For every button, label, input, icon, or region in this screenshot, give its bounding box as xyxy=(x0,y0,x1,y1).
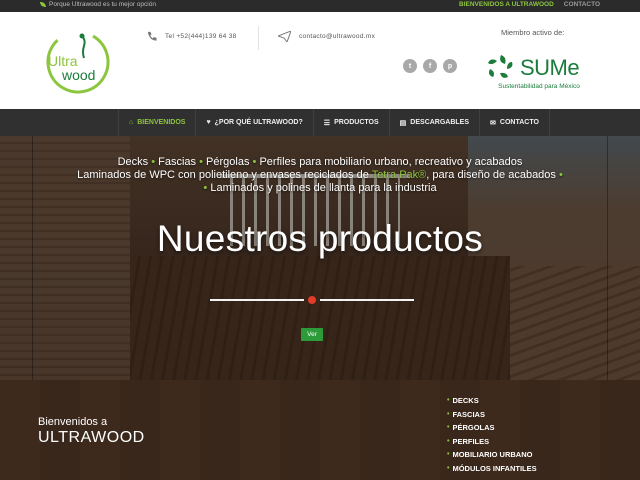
top-link-contacto[interactable]: CONTACTO xyxy=(564,1,600,8)
document-icon: ▤ xyxy=(399,119,407,127)
bullet: • xyxy=(447,451,450,459)
social-links: t f p xyxy=(403,59,457,73)
heart-icon: ♥ xyxy=(206,119,211,126)
main-nav: ⌂ BIENVENIDOS ♥ ¿POR QUÉ ULTRAWOOD? ☰ PR… xyxy=(0,109,640,136)
caption-line-2: Laminados de WPC con polietileno y envas… xyxy=(32,169,608,182)
caption-item: Decks xyxy=(117,156,149,168)
brand-text: ULTRAWOOD xyxy=(38,429,145,446)
sume-subtitle: Sustentabilidad para México xyxy=(498,83,580,90)
product-link-modulos[interactable]: • MÓDULOS INFANTILES xyxy=(447,462,537,476)
nav-item-descargables[interactable]: ▤ DESCARGABLES xyxy=(390,109,481,136)
nav-item-productos[interactable]: ☰ PRODUCTOS xyxy=(314,109,390,136)
ver-button[interactable]: Ver xyxy=(301,328,323,341)
product-label: MÓDULOS INFANTILES xyxy=(452,463,537,473)
caption-text: Laminados de WPC con polietileno y envas… xyxy=(77,169,372,181)
nav-label: PRODUCTOS xyxy=(334,119,379,126)
nav-item-bienvenidos[interactable]: ⌂ BIENVENIDOS xyxy=(118,109,197,136)
nav-item-contacto[interactable]: ✉ CONTACTO xyxy=(480,109,550,136)
nav-label: BIENVENIDOS xyxy=(137,119,186,126)
bullet: • xyxy=(447,437,450,445)
site-header: Ultra wood Tel +52(444)139 64 38 contact… xyxy=(0,12,640,109)
logo-text-wood: wood xyxy=(61,67,95,83)
caption-item: Pérgolas xyxy=(206,156,250,168)
product-label: PERFILES xyxy=(452,436,490,446)
bullet: • xyxy=(558,169,563,181)
member-label: Miembro activo de: xyxy=(501,28,565,37)
divider-dot xyxy=(308,296,316,304)
hero-title: Nuestros productos xyxy=(156,218,484,259)
top-nav: BIENVENIDOS A ULTRAWOOD CONTACTO xyxy=(459,1,600,8)
top-link-bienvenidos[interactable]: BIENVENIDOS A ULTRAWOOD xyxy=(459,1,554,8)
bullet: • xyxy=(447,410,450,418)
tetra-pak-highlight: Tetra Pak® xyxy=(371,169,427,181)
leaf-icon xyxy=(40,2,46,7)
phone-number[interactable]: Tel +52(444)139 64 38 xyxy=(165,33,237,40)
nav-label: ¿POR QUÉ ULTRAWOOD? xyxy=(214,119,303,126)
nav-label: CONTACTO xyxy=(499,119,539,126)
nav-item-por-que[interactable]: ♥ ¿POR QUÉ ULTRAWOOD? xyxy=(196,109,314,136)
bullet: • xyxy=(199,156,203,168)
hero-caption: Decks • Fascias • Pérgolas • Perfiles pa… xyxy=(32,156,608,195)
list-icon: ☰ xyxy=(323,119,331,127)
caption-item: Perfiles para mobiliario urbano, recreat… xyxy=(259,156,523,168)
caption-text: Laminados y polines de llanta para la in… xyxy=(210,182,437,194)
bullet: • xyxy=(447,464,450,472)
product-label: DECKS xyxy=(452,396,479,406)
product-link-decks[interactable]: • DECKS xyxy=(447,394,537,408)
tagline-text: Porque Ultrawood es tu mejor opción xyxy=(49,1,156,8)
product-label: FASCIAS xyxy=(452,409,485,419)
divider xyxy=(258,26,259,50)
bullet: • xyxy=(447,397,450,405)
sume-logo[interactable]: SUMe Sustentabilidad para México xyxy=(484,52,594,96)
welcome-text: Bienvenidos a xyxy=(38,416,108,428)
divider-line-left xyxy=(210,299,304,301)
bullet: • xyxy=(151,156,156,168)
product-link-perfiles[interactable]: • PERFILES xyxy=(447,435,537,449)
facebook-icon[interactable]: f xyxy=(423,59,437,73)
caption-line-3: • Laminados y polines de llanta para la … xyxy=(32,182,608,195)
tagline: Porque Ultrawood es tu mejor opción xyxy=(40,1,156,8)
phone-icon xyxy=(147,31,157,41)
caption-text: , para diseño de acabados xyxy=(426,169,556,181)
product-list: • DECKS • FASCIAS • PÉRGOLAS • PERFILES • MOB… xyxy=(447,394,537,475)
bullet: • xyxy=(203,182,208,194)
welcome-band: Bienvenidos a ULTRAWOOD • DECKS • FASCIAS … xyxy=(0,380,640,480)
product-label: MOBILIARIO URBANO xyxy=(452,450,533,460)
email-address[interactable]: contacto@ultrawood.mx xyxy=(299,33,375,40)
sume-word: SUMe xyxy=(520,55,580,80)
top-bar: Porque Ultrawood es tu mejor opción BIEN… xyxy=(0,0,640,12)
product-label: PÉRGOLAS xyxy=(452,423,495,433)
hero-slider: Decks • Fascias • Pérgolas • Perfiles pa… xyxy=(0,136,640,380)
sume-leaves-icon xyxy=(488,55,513,78)
paper-plane-icon xyxy=(278,31,291,42)
product-link-mobiliario[interactable]: • MOBILIARIO URBANO xyxy=(447,448,537,462)
home-icon: ⌂ xyxy=(129,119,134,126)
ultrawood-logo[interactable]: Ultra wood xyxy=(44,28,112,96)
divider-line-right xyxy=(320,299,414,301)
product-link-pergolas[interactable]: • PÉRGOLAS xyxy=(447,421,537,435)
caption-line-1: Decks • Fascias • Pérgolas • Perfiles pa… xyxy=(32,156,608,169)
mail-icon: ✉ xyxy=(490,119,496,127)
twitter-icon[interactable]: t xyxy=(403,59,417,73)
product-link-fascias[interactable]: • FASCIAS xyxy=(447,408,537,422)
caption-item: Fascias xyxy=(158,156,197,168)
nav-label: DESCARGABLES xyxy=(410,119,470,126)
email-contact: contacto@ultrawood.mx xyxy=(278,31,375,42)
pinterest-icon[interactable]: p xyxy=(443,59,457,73)
bullet: • xyxy=(252,156,257,168)
phone-contact: Tel +52(444)139 64 38 xyxy=(146,31,237,42)
bullet: • xyxy=(447,424,450,432)
